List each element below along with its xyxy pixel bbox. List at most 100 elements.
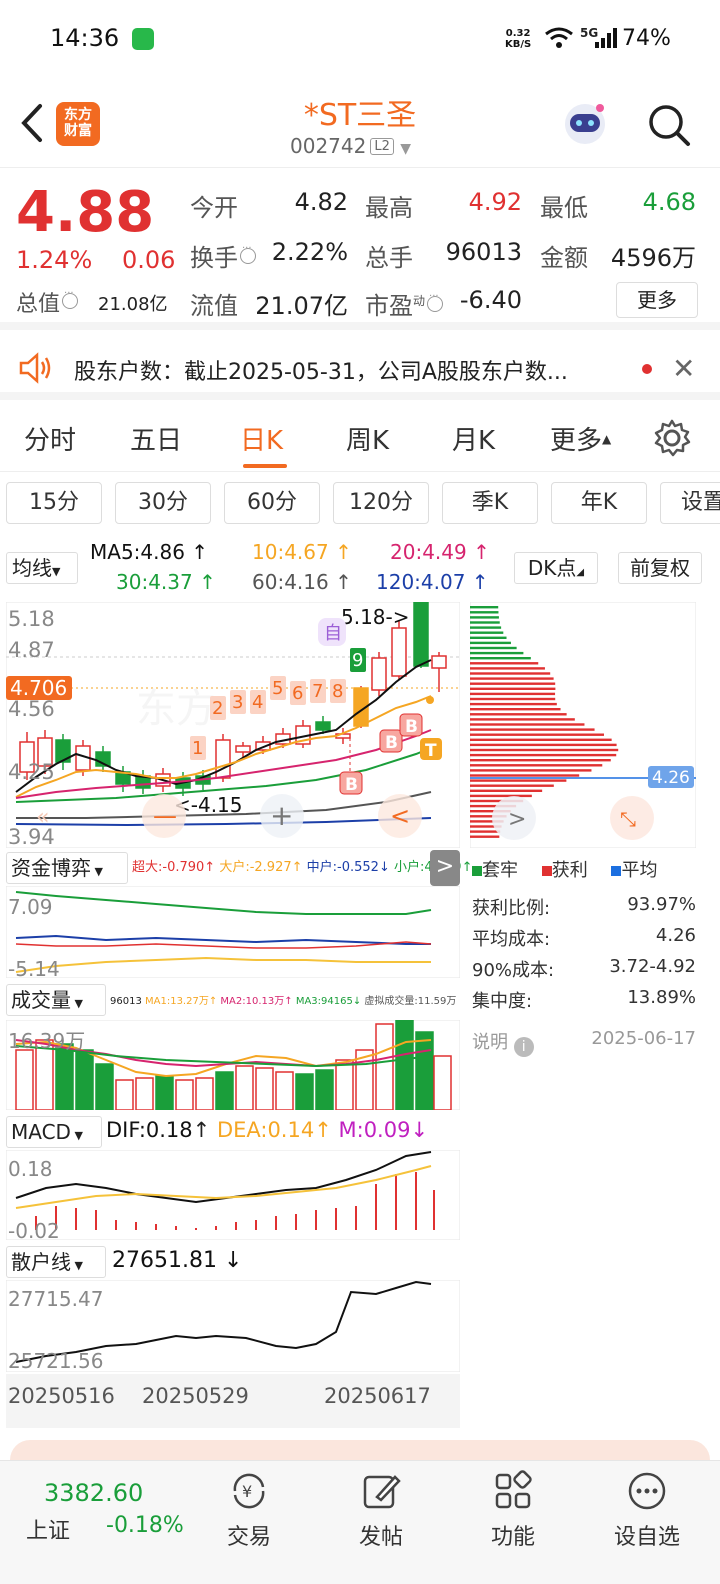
ma30-text: 30:4.37 [116,570,193,594]
battery-level: 74% [622,26,671,51]
tab-60min[interactable]: 60分 [224,482,320,524]
chip-bar [470,753,617,757]
self-tag: 自 [324,623,342,644]
nav-add-watchlist[interactable]: 设自选 [602,1469,692,1569]
macd-chart: 0.18 -0.02 [6,1150,460,1240]
float-cap-value: 21.07亿 [255,292,348,320]
dropdown-icon: ▼ [400,141,412,157]
tab-quarter-k[interactable]: 季K [442,482,538,524]
tab-15min[interactable]: 15分 [6,482,102,524]
adjust-button[interactable]: 前复权 [618,552,702,584]
low-value: 4.68 [642,188,696,216]
legend-swatch [611,866,622,876]
close-icon[interactable]: ✕ [672,352,695,385]
nav-post[interactable]: 发帖 [336,1469,426,1569]
volume-select-label: 成交量 [11,988,71,1012]
chip-bar [470,682,556,685]
notice-text[interactable]: 股东户数：截止2025-05-31，公司A股股东户数... [74,354,630,386]
tab-intraday[interactable]: 分时 [24,420,76,457]
speed-unit: KB/S [505,39,532,50]
turnover-label: 换手 [190,238,256,273]
volume-bar [55,1043,74,1110]
info-icon[interactable] [62,288,79,309]
info-icon[interactable]: i [513,1037,534,1057]
y-tick-2: 4.87 [8,638,55,662]
chip-legend: 套牢 获利 平均 [472,856,702,882]
volume-chart: 16.39万 [6,1020,460,1110]
retail-indicator-select[interactable]: 散户线 ▼ [6,1246,106,1278]
dk-point-button[interactable]: DK点◢ [514,552,598,584]
legend-profit: 获利 [541,860,588,881]
chip-bar [470,748,619,752]
date-label-2: 20250529 [142,1384,249,1408]
assistant-robot-icon[interactable] [560,98,610,148]
more-button[interactable]: 更多 [616,282,698,318]
candle-body [315,721,331,731]
funds-indicator-select[interactable]: 资金博弈 ▼ [6,852,128,884]
tab-120min[interactable]: 120分 [333,482,429,524]
candlestick-chart[interactable]: 东方 5.18 4.87 4.706 4.56 4.25 3.94 5.18->… [6,602,460,848]
tab-year-k[interactable]: 年K [551,482,647,524]
tab-more[interactable]: 更多▲ [550,420,611,457]
high-label: 最高 [365,194,413,222]
notice-bar[interactable]: 股东户数：截止2025-05-31，公司A股股东户数... ✕ [0,338,720,400]
up-arrow: ↑ [314,1118,339,1142]
indicator-select-label: 均线 [12,556,52,580]
volume-header: 成交量 ▼ 96013 MA1:13.27万↑ MA2:10.13万↑ MA3:… [6,984,460,1016]
stock-code: 002742 [290,134,367,158]
chip-distribution-chart[interactable]: 4.26 > ⤡ [470,602,696,848]
chip-bar [470,677,554,680]
tab-monthly-k[interactable]: 月K [452,420,495,457]
retail-y-bottom: 25721.56 [8,1349,103,1372]
info-icon[interactable] [240,243,256,264]
tab-daily-k[interactable]: 日K [240,420,283,457]
chip-bar [470,718,575,721]
nav-functions[interactable]: 功能 [468,1469,558,1569]
macd-indicator-select[interactable]: MACD ▼ [6,1116,102,1148]
funds-y-top: 7.09 [8,895,53,919]
down-arrow: ↓ [378,860,394,875]
chip-bar [470,657,531,660]
ma5-text: MA5:4.86 [90,540,185,564]
double-chevron-left-icon[interactable]: « [36,805,49,830]
tab-30min[interactable]: 30分 [115,482,211,524]
macd-header: MACD ▼ DIF:0.18↑ DEA:0.14↑ M:0.09↓ [6,1116,460,1148]
volume-ma1: MA1:13.27万 [145,996,209,1007]
chip-bar [470,789,543,792]
average-cost-label: 4.26 [652,768,690,788]
volume-bar [255,1067,274,1110]
tab-settings[interactable]: 设置 [660,482,720,524]
market-cap-text: 总值 [16,292,61,317]
nav-functions-label: 功能 [490,1525,535,1550]
b-signal-2-label: B [385,733,398,753]
volume-bar [415,1031,434,1110]
stock-code-selector[interactable]: 002742 L2 ▼ [290,134,411,158]
nav-trade[interactable]: ¥ 交易 [204,1469,294,1569]
market-cap-label: 总值 [16,286,79,318]
index-percent: -0.18% [106,1513,184,1538]
gear-icon[interactable] [652,418,692,458]
macd-select-label: MACD [11,1120,71,1144]
expand-panel-button[interactable]: > [430,850,460,886]
candle-body [215,739,231,779]
volume-indicator-select[interactable]: 成交量 ▼ [6,984,106,1016]
tab-weekly-k[interactable]: 周K [346,420,389,457]
count-marker: 4 [252,692,263,713]
chip-note-row[interactable]: 说明 i 2025-06-17 [472,1028,696,1058]
status-time: 14:36 [50,24,120,52]
caret-up-icon: ▲ [602,432,612,446]
ma30-value: 30:4.37 ↑ [116,570,216,594]
down-arrow: ↓ [410,1118,429,1142]
ma120-value: 120:4.07 ↑ [376,570,489,594]
legend-trapped: 套牢 [472,860,518,881]
info-icon[interactable] [427,291,444,312]
b-signal-1-label: B [345,775,358,795]
tab-five-day[interactable]: 五日 [130,420,182,457]
stat-label: 平均成本: [472,929,551,950]
indicator-select[interactable]: 均线▼ [6,552,78,584]
count-marker: 3 [232,692,243,713]
search-icon[interactable] [646,102,692,148]
corner-icon: ◢ [576,567,585,578]
promo-banner[interactable] [10,1440,710,1460]
candle-body [413,602,429,667]
